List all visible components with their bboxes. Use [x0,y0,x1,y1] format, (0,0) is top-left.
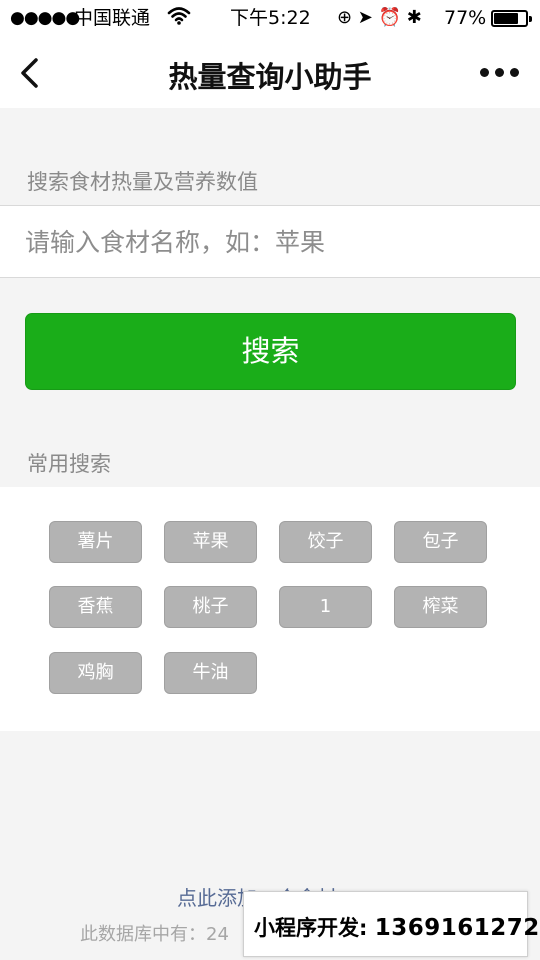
tag-dumpling[interactable]: 饺子 [279,521,372,563]
more-options-icon[interactable] [480,68,520,78]
watermark-phone: 13691612727 [374,915,540,941]
tag-one[interactable]: 1 [279,586,372,628]
developer-contact-watermark: 小程序开发: 13691612727 [243,891,540,957]
page-title: 热量查询小助手 [168,60,372,94]
wifi-icon [167,6,191,30]
tag-chicken-breast[interactable]: 鸡胸 [49,652,142,694]
carrier-name: 中国联通 [74,7,151,29]
search-button[interactable]: 搜索 [25,313,516,390]
battery-percent: 77% [444,7,487,29]
signal-strength-icon: ●●●●● [10,8,80,28]
watermark-label: 小程序开发: [254,916,368,940]
battery-icon [491,10,532,27]
status-time: 下午5:22 [230,7,311,29]
tag-apple[interactable]: 苹果 [164,521,257,563]
status-bar: ●●●●● 中国联通 下午5:22 ⊕ ➤ ⏰ ✱ 77% [0,0,540,36]
database-count-text: 此数据库中有：24 [80,924,229,945]
common-search-tags: 薯片 苹果 饺子 包子 香蕉 桃子 1 榨菜 鸡胸 牛油 [0,487,540,731]
status-icons: ⊕ ➤ ⏰ ✱ [337,7,422,28]
tag-butter[interactable]: 牛油 [164,652,257,694]
tag-chips[interactable]: 薯片 [49,521,142,563]
tag-peach[interactable]: 桃子 [164,586,257,628]
tag-bun[interactable]: 包子 [394,521,487,563]
tag-banana[interactable]: 香蕉 [49,586,142,628]
search-field [0,205,540,278]
common-search-label: 常用搜索 [27,452,111,476]
tag-pickled-mustard[interactable]: 榨菜 [394,586,487,628]
nav-bar: 热量查询小助手 [0,36,540,108]
search-section-label: 搜索食材热量及营养数值 [27,170,258,194]
food-search-input[interactable] [25,216,515,268]
